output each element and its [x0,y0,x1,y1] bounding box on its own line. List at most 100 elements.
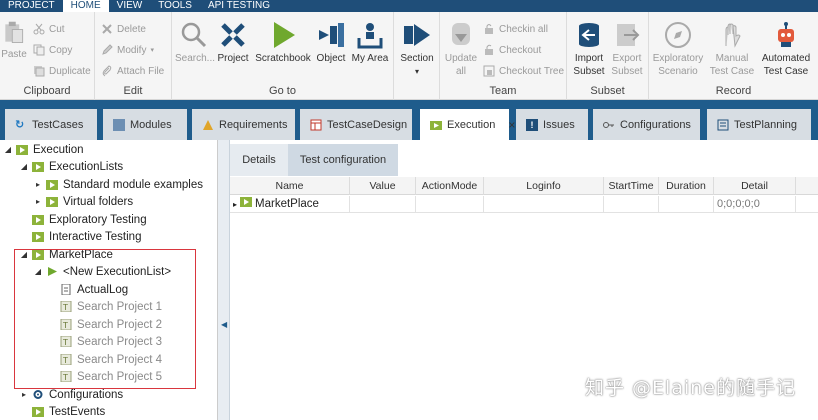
tab-requirements-label: Requirements [219,118,288,131]
search-button[interactable]: Search... [175,20,216,65]
column-header-duration[interactable]: Duration [659,177,714,195]
execution-folder-icon [16,144,28,155]
tab-testcasedesign[interactable]: TestCaseDesign [300,109,412,140]
project-button[interactable]: Project [216,20,250,65]
duplicate-button[interactable]: Duplicate [33,64,91,78]
column-header-name[interactable]: Name [230,177,350,195]
tree-label-execution: Execution [33,143,84,156]
modify-label: Modify [117,44,147,56]
export-subset-button[interactable]: Export Subset [609,20,645,78]
automated-line1: Automated [761,53,811,64]
manual-test-case-button[interactable]: Manual Test Case [707,20,757,78]
tab-configurations[interactable]: Configurations [593,109,700,140]
subtab-details[interactable]: Details [230,144,288,176]
section-chevron-icon: ▾ [414,67,419,76]
tree-node-executionlists[interactable]: ◢ ExecutionLists [19,158,123,175]
tab-issues[interactable]: ! Issues [516,109,588,140]
export-line2: Subset [611,66,643,77]
delete-icon [101,23,113,35]
tree-label-configurations: Configurations [49,388,124,401]
import-line2: Subset [573,66,605,77]
column-header-detail[interactable]: Detail [714,177,796,195]
tree-label-executionlists: ExecutionLists [49,160,124,173]
expanded-arrow-icon: ◢ [4,145,12,154]
section-button[interactable]: Section ▾ [398,20,436,78]
tree-node-execution[interactable]: ◢ Execution [3,141,84,158]
folder-icon [32,406,44,417]
tab-testplanning[interactable]: TestPlanning [707,109,811,140]
paste-icon [5,21,24,43]
checkin-all-button[interactable]: Checkin all [483,22,548,36]
tab-modules[interactable]: Modules [103,109,187,140]
exploratory-scenario-button[interactable]: Exploratory Scenario [649,20,707,78]
collapsed-arrow-icon[interactable]: ▸ [233,196,237,213]
highlight-box [14,249,196,389]
import-subset-button[interactable]: Import Subset [571,20,607,78]
tab-testcasedesign-label: TestCaseDesign [327,118,408,131]
search-label: Search... [175,53,216,64]
tree-label-standard-module-examples: Standard module examples [63,178,203,191]
tab-requirements[interactable]: Requirements [192,109,295,140]
column-header-starttime[interactable]: StartTime [604,177,659,195]
exploratory-line2: Scenario [658,66,698,77]
expanded-arrow-icon: ◢ [20,162,28,171]
update-line2: all [455,66,466,77]
tree-node-exploratory-testing[interactable]: Exploratory Testing [19,211,147,228]
checkout-tree-icon [483,65,495,77]
column-header-loginfo[interactable]: Loginfo [484,177,604,195]
column-header-actionmode[interactable]: ActionMode [416,177,484,195]
automated-test-case-button[interactable]: Automated Test Case [757,20,815,78]
paste-button[interactable]: Paste [0,20,28,61]
cut-button[interactable]: Cut [33,22,65,36]
import-line1: Import [574,53,604,64]
scissors-icon [33,23,45,35]
manual-line1: Manual [715,53,749,64]
clipboard-group: Paste Cut Copy Duplicate Clipboard [0,12,95,100]
menu-tab-project[interactable]: PROJECT [0,0,63,12]
duplicate-icon [33,65,45,77]
modules-icon [113,118,125,131]
tree-node-virtual-folders[interactable]: ▸ Virtual folders [33,193,133,210]
export-icon [617,24,640,46]
update-all-button[interactable]: Update all [443,20,479,78]
column-header-value[interactable]: Value [350,177,416,195]
tree-node-interactive-testing[interactable]: Interactive Testing [19,228,141,245]
tab-issues-label: Issues [543,118,575,131]
section-icon [404,24,430,46]
tab-execution[interactable]: Execution × [420,109,515,140]
modify-button[interactable]: Modify ▾ [101,43,154,57]
my-area-button[interactable]: My Area [350,20,390,65]
copy-icon [33,44,45,56]
tree-node-testevents[interactable]: TestEvents [19,403,105,420]
menu-tab-api-testing[interactable]: API TESTING [200,0,278,12]
scratchbook-button[interactable]: Scratchbook [254,20,312,65]
checkout-button[interactable]: Checkout [483,43,541,57]
checkout-tree-button[interactable]: Checkout Tree [483,64,564,78]
clipboard-group-label: Clipboard [23,85,71,97]
paste-label: Paste [1,49,27,60]
tab-testcases[interactable]: ↻ TestCases [5,109,97,140]
panel-splitter[interactable]: ◀ [218,140,230,420]
record-group: Exploratory Scenario Manual Test Case Au… [649,12,818,100]
collapsed-arrow-icon: ▸ [35,180,40,189]
row-duration-cell [659,196,714,213]
row-loginfo-cell [484,196,604,213]
subtab-test-configuration[interactable]: Test configuration [288,144,398,176]
edit-group: Delete Modify ▾ Attach File Edit [95,12,172,100]
copy-button[interactable]: Copy [33,43,72,57]
folder-icon [32,231,44,242]
table-row[interactable]: ▸ MarketPlace 0;0;0;0;0 [230,196,818,213]
delete-button[interactable]: Delete [101,22,146,36]
robot-icon [778,22,794,47]
collapse-arrow-icon[interactable]: ◀ [221,320,227,329]
object-button[interactable]: Object [314,20,348,65]
menu-tab-tools[interactable]: TOOLS [150,0,200,12]
execution-tree: ◢ Execution ◢ ExecutionLists ▸ Standard … [0,140,218,420]
tree-node-standard-module-examples[interactable]: ▸ Standard module examples [33,176,203,193]
tab-execution-label: Execution [447,118,496,131]
import-icon [579,23,599,47]
attach-file-button[interactable]: Attach File [101,64,164,78]
menu-tab-view[interactable]: VIEW [109,0,151,12]
menu-tab-home[interactable]: HOME [62,0,109,12]
close-icon[interactable]: × [508,118,515,132]
